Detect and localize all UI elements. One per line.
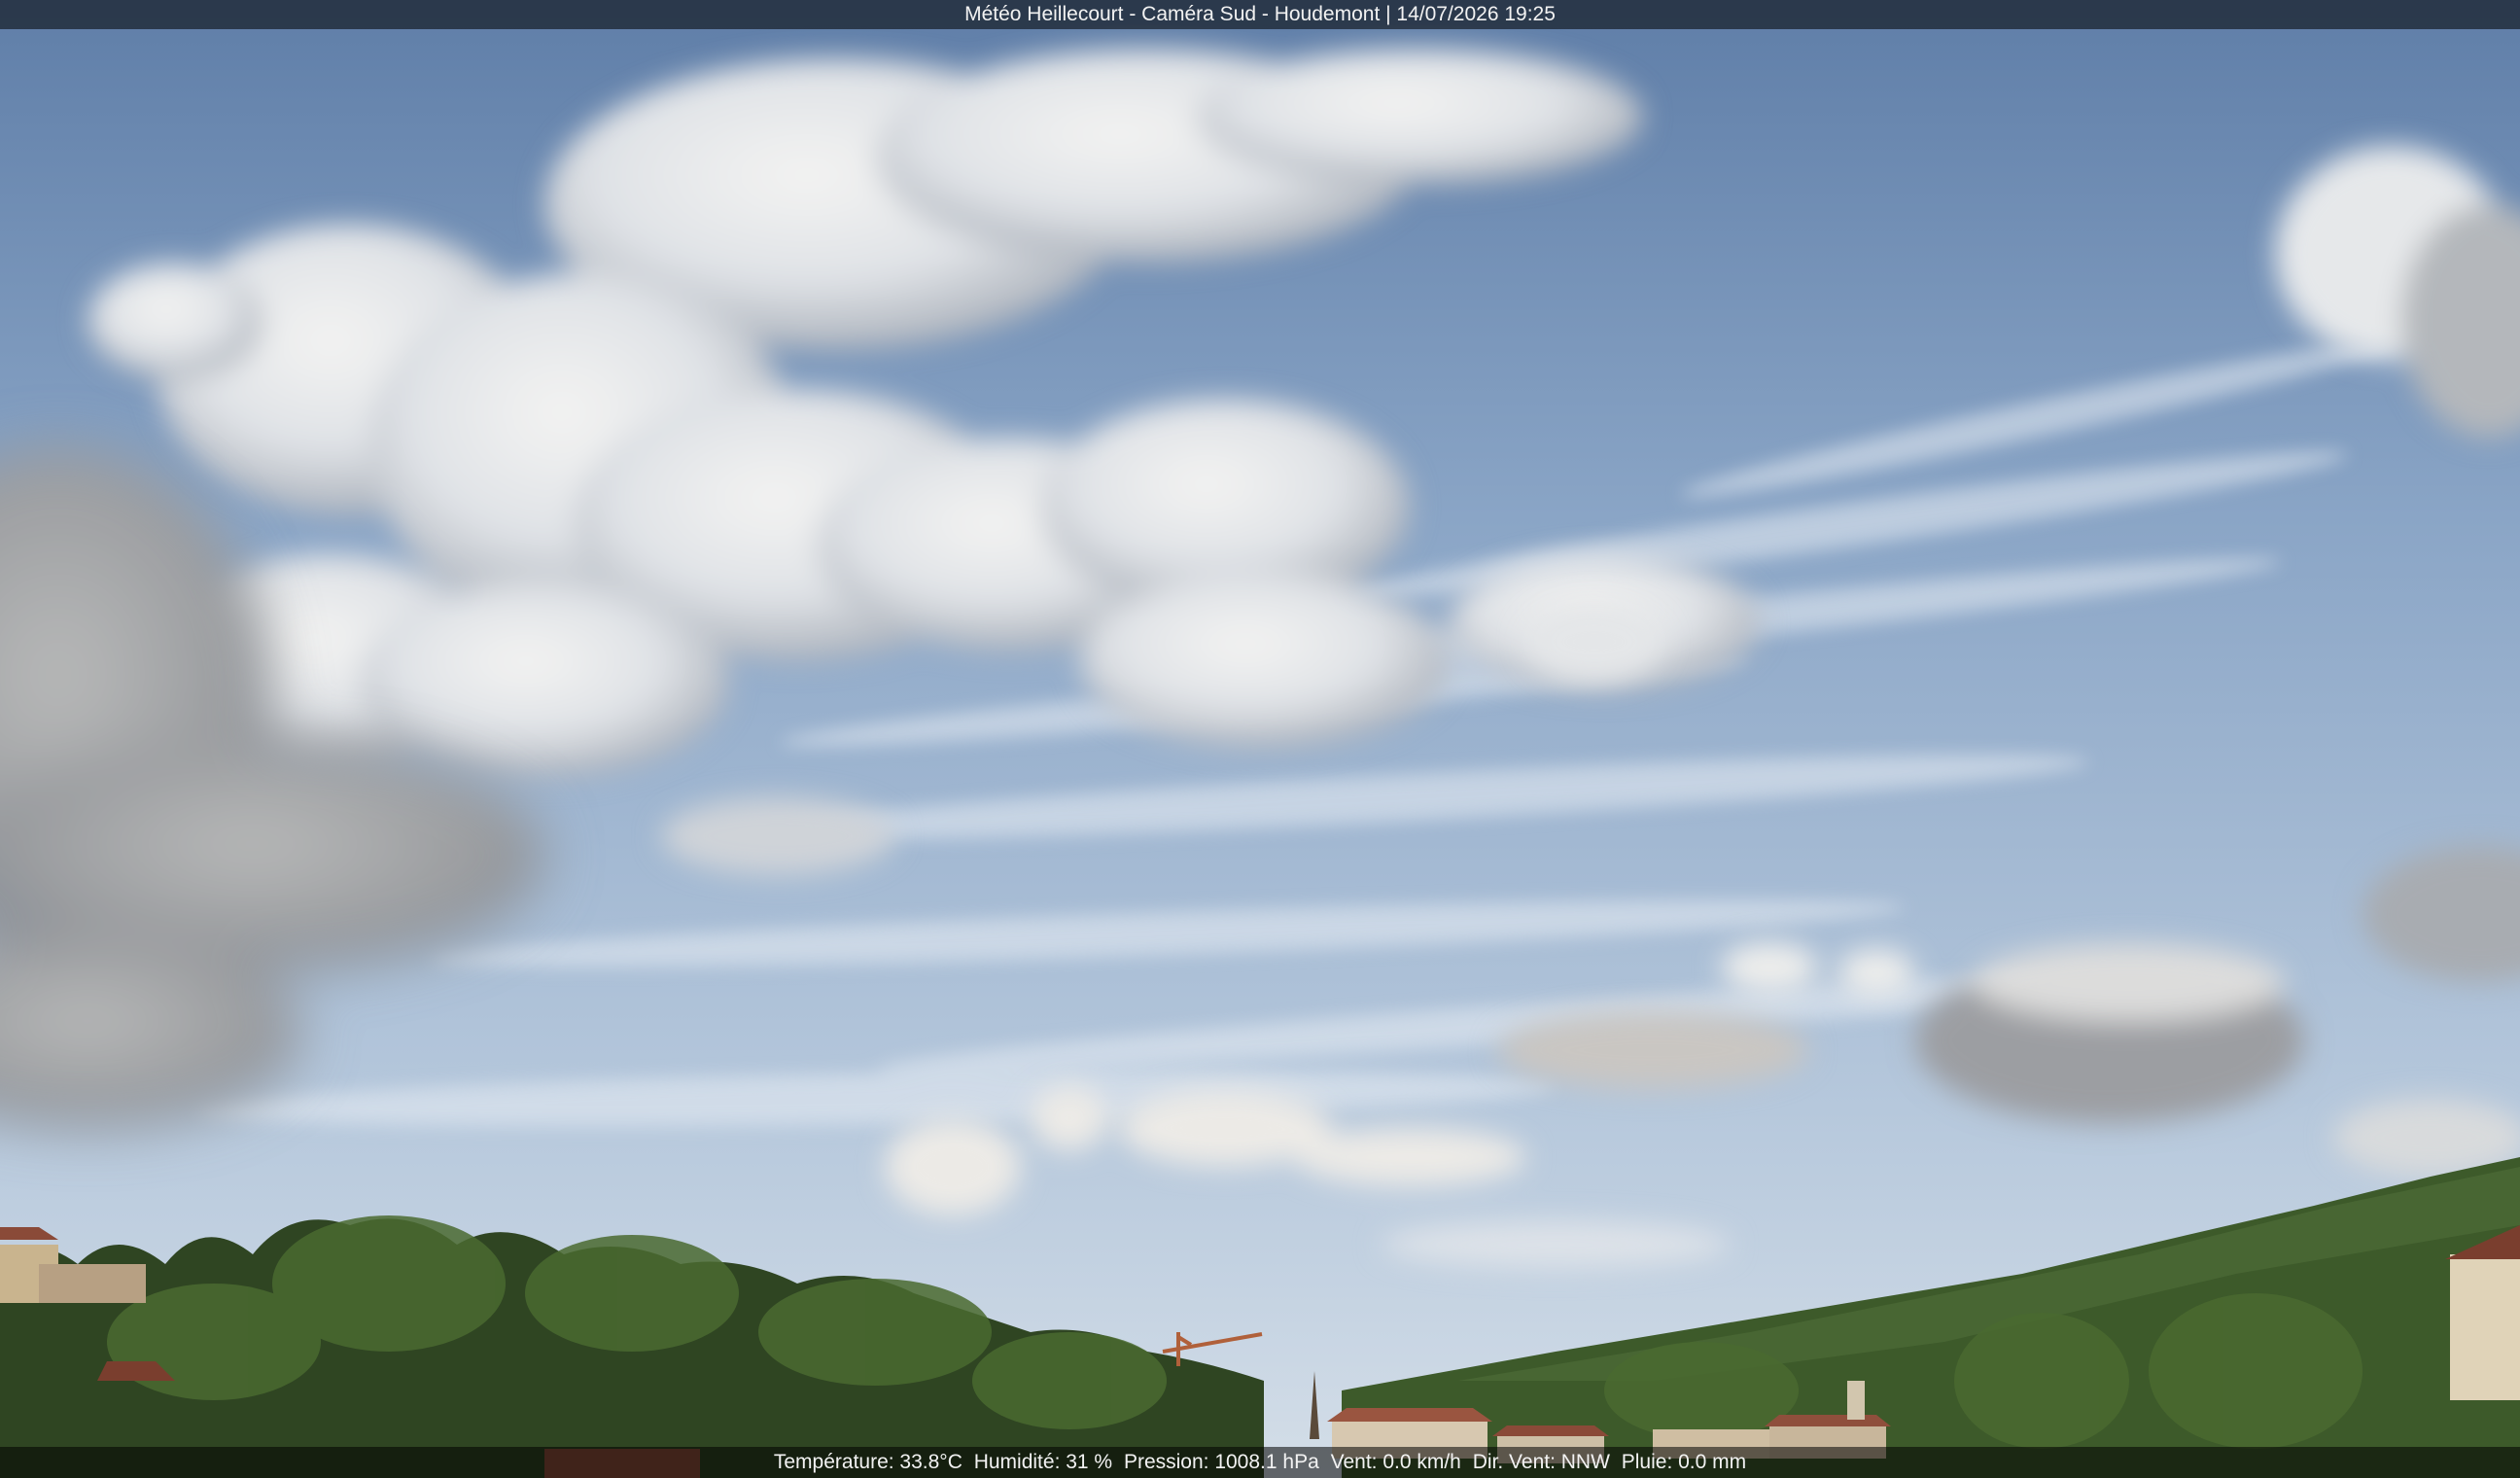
wind-direction-readout: Dir. Vent: NNW: [1472, 1451, 1610, 1473]
rain-readout: Pluie: 0.0 mm: [1621, 1451, 1747, 1473]
top-caption-overlay: Météo Heillecourt - Caméra Sud - Houdemo…: [0, 0, 2520, 29]
webcam-sky-image: [0, 0, 2520, 1478]
humidity-readout: Humidité: 31 %: [973, 1451, 1113, 1473]
weather-readout-overlay: Température: 33.8°C Humidité: 31 % Press…: [0, 1447, 2520, 1478]
camera-caption: Météo Heillecourt - Caméra Sud - Houdemo…: [964, 3, 1556, 25]
pressure-readout: Pression: 1008.1 hPa: [1123, 1451, 1319, 1473]
wind-speed-readout: Vent: 0.0 km/h: [1330, 1451, 1461, 1473]
temperature-readout: Température: 33.8°C: [773, 1451, 962, 1473]
webcam-frame: Météo Heillecourt - Caméra Sud - Houdemo…: [0, 0, 2520, 1478]
